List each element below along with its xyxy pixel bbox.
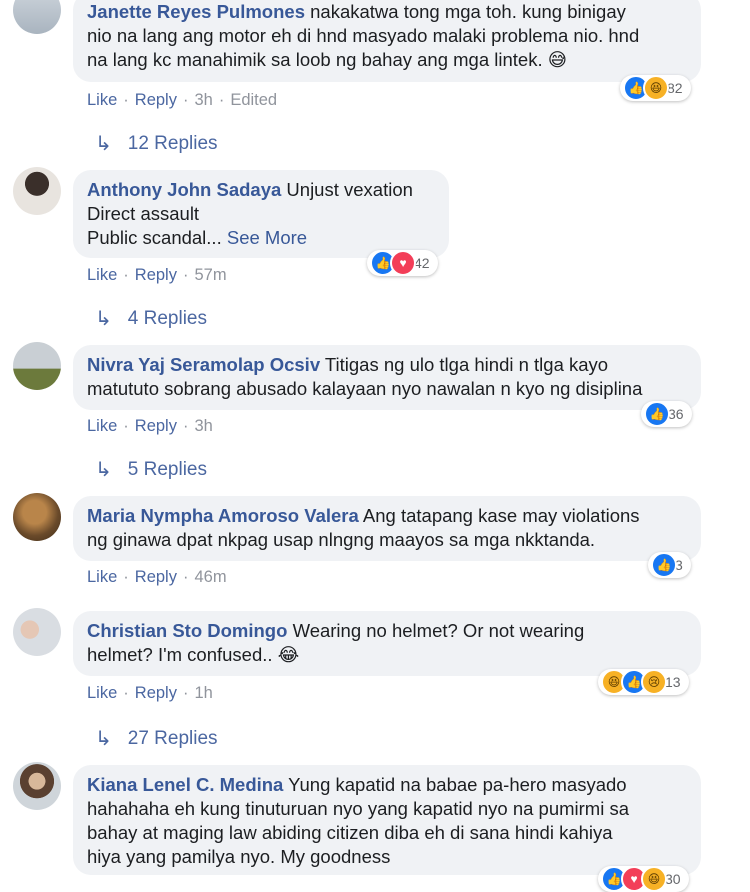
reaction-count: 42 xyxy=(414,255,430,271)
avatar[interactable] xyxy=(13,342,61,390)
reply-arrow-icon: ↳ xyxy=(95,459,112,481)
reaction-count: 30 xyxy=(665,871,681,887)
like-button[interactable]: Like xyxy=(87,91,117,109)
comment-text-line: Public scandal... xyxy=(87,227,222,248)
comment-author[interactable]: Kiana Lenel C. Medina xyxy=(87,774,283,795)
like-button[interactable]: Like xyxy=(87,266,117,284)
like-button[interactable]: Like xyxy=(87,684,117,702)
comment-text-line: hahahaha eh kung tinuturuan nyo yang kap… xyxy=(87,798,630,819)
reply-button[interactable]: Reply xyxy=(135,91,177,109)
reaction-summary[interactable]: 👍 😆 82 xyxy=(620,75,691,101)
replies-count: 5 Replies xyxy=(127,458,207,480)
avatar[interactable] xyxy=(13,0,61,34)
avatar[interactable] xyxy=(13,493,61,541)
reply-button[interactable]: Reply xyxy=(135,568,177,586)
reply-button[interactable]: Reply xyxy=(135,266,177,284)
comment-text-line: hiya yang pamilya nyo. My goodness xyxy=(87,846,391,867)
like-icon: 👍 xyxy=(651,552,677,578)
comment-time[interactable]: 57m xyxy=(194,266,226,284)
sad-icon: 😢 xyxy=(641,669,667,695)
comment-text-line: Titigas ng ulo tlga hindi n tlga kayo xyxy=(324,354,609,375)
reaction-summary[interactable]: 😆 👍 😢 13 xyxy=(598,669,689,695)
comment-actions: Like · Reply · 46m xyxy=(87,568,227,586)
avatar[interactable] xyxy=(13,608,61,656)
comment-bubble: Nivra Yaj Seramolap Ocsiv Titigas ng ulo… xyxy=(73,345,701,410)
like-button[interactable]: Like xyxy=(87,568,117,586)
reply-arrow-icon: ↳ xyxy=(95,308,112,330)
reply-arrow-icon: ↳ xyxy=(95,728,112,750)
replies-count: 12 Replies xyxy=(127,132,218,154)
reaction-count: 82 xyxy=(667,80,683,96)
comment-author[interactable]: Christian Sto Domingo xyxy=(87,620,287,641)
reaction-count: 13 xyxy=(665,674,681,690)
reaction-summary[interactable]: 👍 3 xyxy=(648,552,691,578)
comment-author[interactable]: Anthony John Sadaya xyxy=(87,179,281,200)
comment-text-line: nakakatwa tong mga toh. kung binigay xyxy=(310,1,626,22)
comment-author[interactable]: Janette Reyes Pulmones xyxy=(87,1,305,22)
comment-time[interactable]: 1h xyxy=(194,684,212,702)
view-replies-button[interactable]: ↳ 5 Replies xyxy=(95,457,207,482)
view-replies-button[interactable]: ↳ 27 Replies xyxy=(95,726,218,751)
reaction-summary[interactable]: 👍 36 xyxy=(641,401,692,427)
avatar[interactable] xyxy=(13,762,61,810)
edited-label: Edited xyxy=(230,91,278,109)
comment-actions: Like · Reply · 57m xyxy=(87,266,227,284)
comment-time[interactable]: 46m xyxy=(194,568,226,586)
reaction-count: 36 xyxy=(668,406,684,422)
like-button[interactable]: Like xyxy=(87,417,117,435)
reaction-summary[interactable]: 👍 ♥ 42 xyxy=(367,250,438,276)
comment-text-line: Direct assault xyxy=(87,203,200,224)
comment-time[interactable]: 3h xyxy=(194,91,212,109)
view-replies-button[interactable]: ↳ 4 Replies xyxy=(95,306,207,331)
comment-actions: Like · Reply · 1h xyxy=(87,684,213,702)
comment-text-line: nio na lang ang motor eh di hnd masyado … xyxy=(87,25,640,46)
comment-actions: Like · Reply · 3h xyxy=(87,417,213,435)
reply-button[interactable]: Reply xyxy=(135,417,177,435)
replies-count: 27 Replies xyxy=(127,727,218,749)
comment-text-line: Unjust vexation xyxy=(286,179,413,200)
reaction-summary[interactable]: 👍 ♥ 😆 30 xyxy=(598,866,689,892)
comment-bubble: Maria Nympha Amoroso Valera Ang tatapang… xyxy=(73,496,701,561)
comment-bubble: Anthony John Sadaya Unjust vexation Dire… xyxy=(73,170,449,258)
replies-count: 4 Replies xyxy=(127,307,207,329)
comment-actions: Like · Reply · 3h · Edited xyxy=(87,91,278,109)
haha-icon: 😆 xyxy=(643,75,669,101)
comment-text-line: matututo sobrang abusado kalayaan nyo na… xyxy=(87,378,643,399)
comment-text-line: Yung kapatid na babae pa-hero masyado xyxy=(288,774,627,795)
see-more-link[interactable]: See More xyxy=(227,227,307,248)
comment-text-line: helmet? I'm confused.. 😂 xyxy=(87,644,300,665)
view-replies-button[interactable]: ↳ 12 Replies xyxy=(95,131,218,156)
comment-bubble: Christian Sto Domingo Wearing no helmet?… xyxy=(73,611,701,676)
reply-button[interactable]: Reply xyxy=(135,684,177,702)
comment-text-line: Ang tatapang kase may violations xyxy=(362,505,640,526)
reply-arrow-icon: ↳ xyxy=(95,133,112,155)
haha-icon: 😆 xyxy=(641,866,667,892)
comment-text-line: ng ginawa dpat nkpag usap nlngng maayos … xyxy=(87,529,596,550)
like-icon: 👍 xyxy=(644,401,670,427)
love-icon: ♥ xyxy=(390,250,416,276)
comment-time[interactable]: 3h xyxy=(194,417,212,435)
comment-author[interactable]: Maria Nympha Amoroso Valera xyxy=(87,505,359,526)
comment-bubble: Janette Reyes Pulmones nakakatwa tong mg… xyxy=(73,0,701,82)
comment-author[interactable]: Nivra Yaj Seramolap Ocsiv xyxy=(87,354,320,375)
comment-bubble: Kiana Lenel C. Medina Yung kapatid na ba… xyxy=(73,765,701,875)
comment-text-line: na lang kc manahimik sa loob ng bahay an… xyxy=(87,49,568,70)
comment-text-line: bahay at maging law abiding citizen diba… xyxy=(87,822,613,843)
avatar[interactable] xyxy=(13,167,61,215)
comment-text-line: Wearing no helmet? Or not wearing xyxy=(292,620,585,641)
